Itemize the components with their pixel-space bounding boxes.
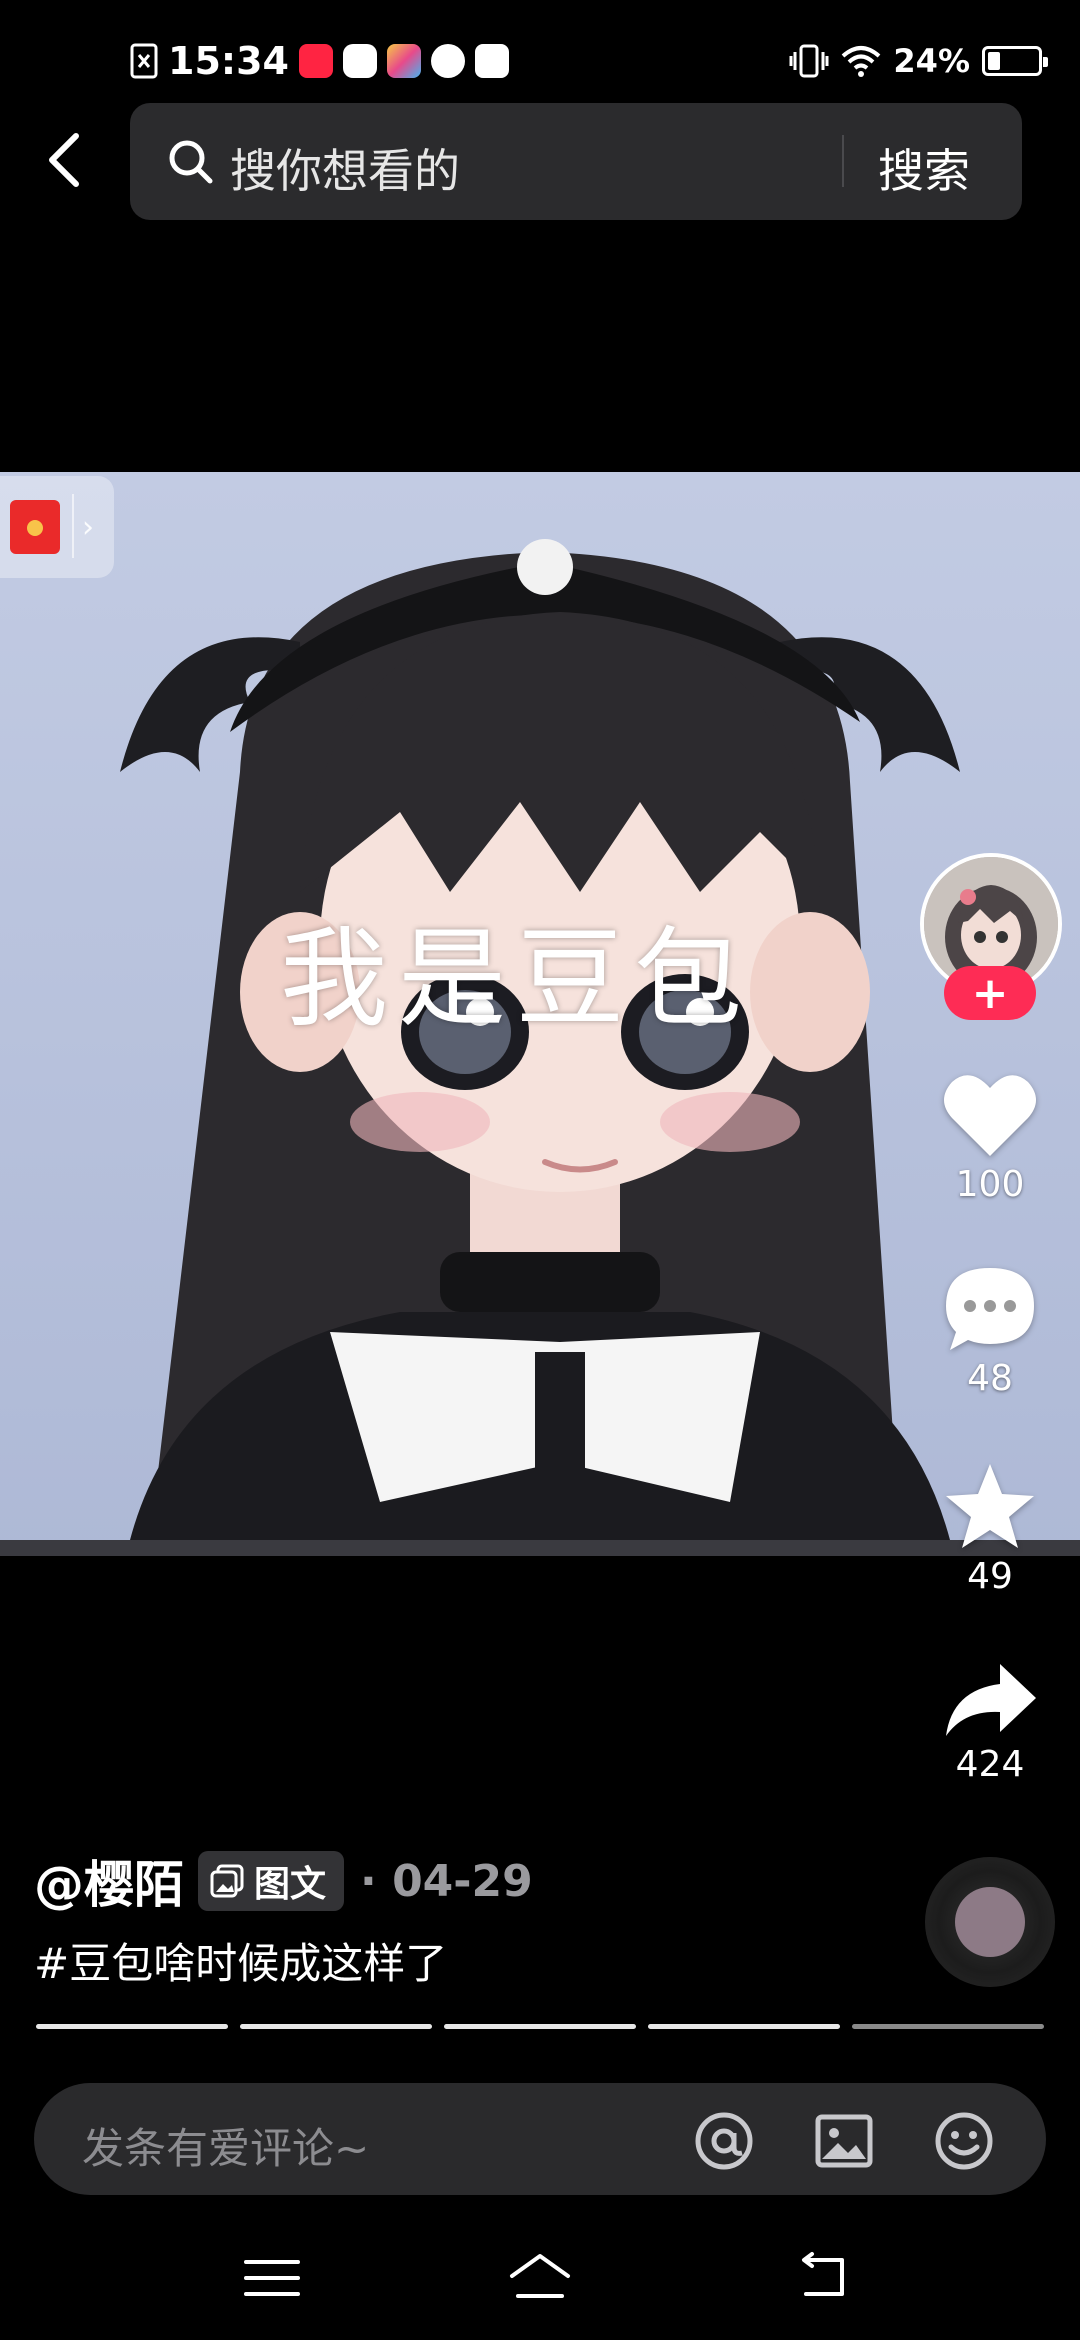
- red-packet-divider: [72, 494, 74, 558]
- red-envelope-icon: [10, 500, 60, 554]
- post-type-tag: 图文: [198, 1851, 345, 1911]
- home-icon[interactable]: [508, 2250, 572, 2306]
- clock: 15:34: [168, 39, 289, 83]
- search-icon: [169, 140, 213, 184]
- status-bar: 15:34 24%: [0, 0, 1080, 120]
- favorite-button[interactable]: 49: [932, 1460, 1048, 1597]
- post-date: · 04-29: [360, 1856, 533, 1907]
- search-bar[interactable]: 搜你想看的 搜索: [130, 103, 1022, 220]
- back-button[interactable]: [36, 128, 92, 192]
- post-description[interactable]: #豆包啥时候成这样了: [34, 1930, 447, 1991]
- date-value: 04-29: [392, 1855, 533, 1907]
- battery-icon: [982, 46, 1048, 76]
- vibrate-icon: [789, 44, 829, 78]
- page-indicator-segment: [240, 2024, 432, 2029]
- search-input[interactable]: 搜你想看的: [230, 135, 460, 201]
- timer-notification-icon: [430, 44, 465, 78]
- date-separator: ·: [360, 1855, 377, 1907]
- post-type-label: 图文: [254, 1864, 327, 1905]
- page-indicator-segment: [852, 2024, 1044, 2029]
- menu-icon[interactable]: [240, 2250, 304, 2306]
- heart-icon: [944, 1075, 1036, 1156]
- xiaohongshu-notification-icon: [298, 44, 333, 78]
- image-picker-icon[interactable]: [814, 2111, 874, 2171]
- comment-input[interactable]: 发条有爱评论~: [82, 2115, 369, 2176]
- share-button[interactable]: 424: [932, 1660, 1048, 1785]
- music-disc[interactable]: [925, 1857, 1055, 1987]
- post-meta: @樱陌 图文 · 04-29: [34, 1848, 533, 1914]
- battery-percent: 24%: [893, 42, 970, 80]
- like-button[interactable]: 100: [932, 1070, 1048, 1205]
- share-arrow-icon: [946, 1664, 1036, 1736]
- page-indicator-segment: [36, 2024, 228, 2029]
- sim-status-icon: [130, 43, 158, 79]
- post-image[interactable]: 我是豆包: [0, 472, 1080, 1556]
- search-divider: [842, 135, 844, 187]
- red-packet-widget[interactable]: ›: [0, 476, 114, 578]
- emoji-icon[interactable]: [934, 2111, 994, 2171]
- music-cover: [955, 1887, 1025, 1957]
- comment-bubble-icon: [946, 1268, 1034, 1350]
- system-nav-bar: [0, 2220, 1080, 2340]
- back-nav-icon[interactable]: [792, 2250, 856, 2306]
- wifi-icon: [842, 46, 881, 77]
- author-name[interactable]: @樱陌: [34, 1845, 184, 1917]
- like-count: 100: [955, 1164, 1025, 1205]
- image-bottom-strip: [0, 1540, 1080, 1556]
- page-indicator-segment: [444, 2024, 636, 2029]
- chevron-right-icon: ›: [82, 510, 94, 545]
- follow-button[interactable]: +: [944, 966, 1036, 1020]
- search-button[interactable]: 搜索: [878, 135, 970, 201]
- game-notification-icon: [386, 44, 421, 78]
- favorite-count: 49: [967, 1556, 1013, 1597]
- bolt-notification-icon: [474, 44, 509, 78]
- image-text-icon: [210, 1864, 244, 1898]
- star-icon: [946, 1464, 1034, 1548]
- image-page-indicator: [36, 2024, 1044, 2030]
- comment-button[interactable]: 48: [932, 1264, 1048, 1399]
- image-caption: 我是豆包: [280, 917, 753, 1042]
- share-count: 424: [955, 1744, 1025, 1785]
- comment-input-bar[interactable]: 发条有爱评论~: [34, 2083, 1046, 2195]
- chevron-left-icon: [49, 133, 79, 187]
- comment-count: 48: [967, 1358, 1013, 1399]
- page-indicator-segment: [648, 2024, 840, 2029]
- video-notification-icon: [342, 44, 377, 78]
- at-mention-icon[interactable]: [694, 2111, 754, 2171]
